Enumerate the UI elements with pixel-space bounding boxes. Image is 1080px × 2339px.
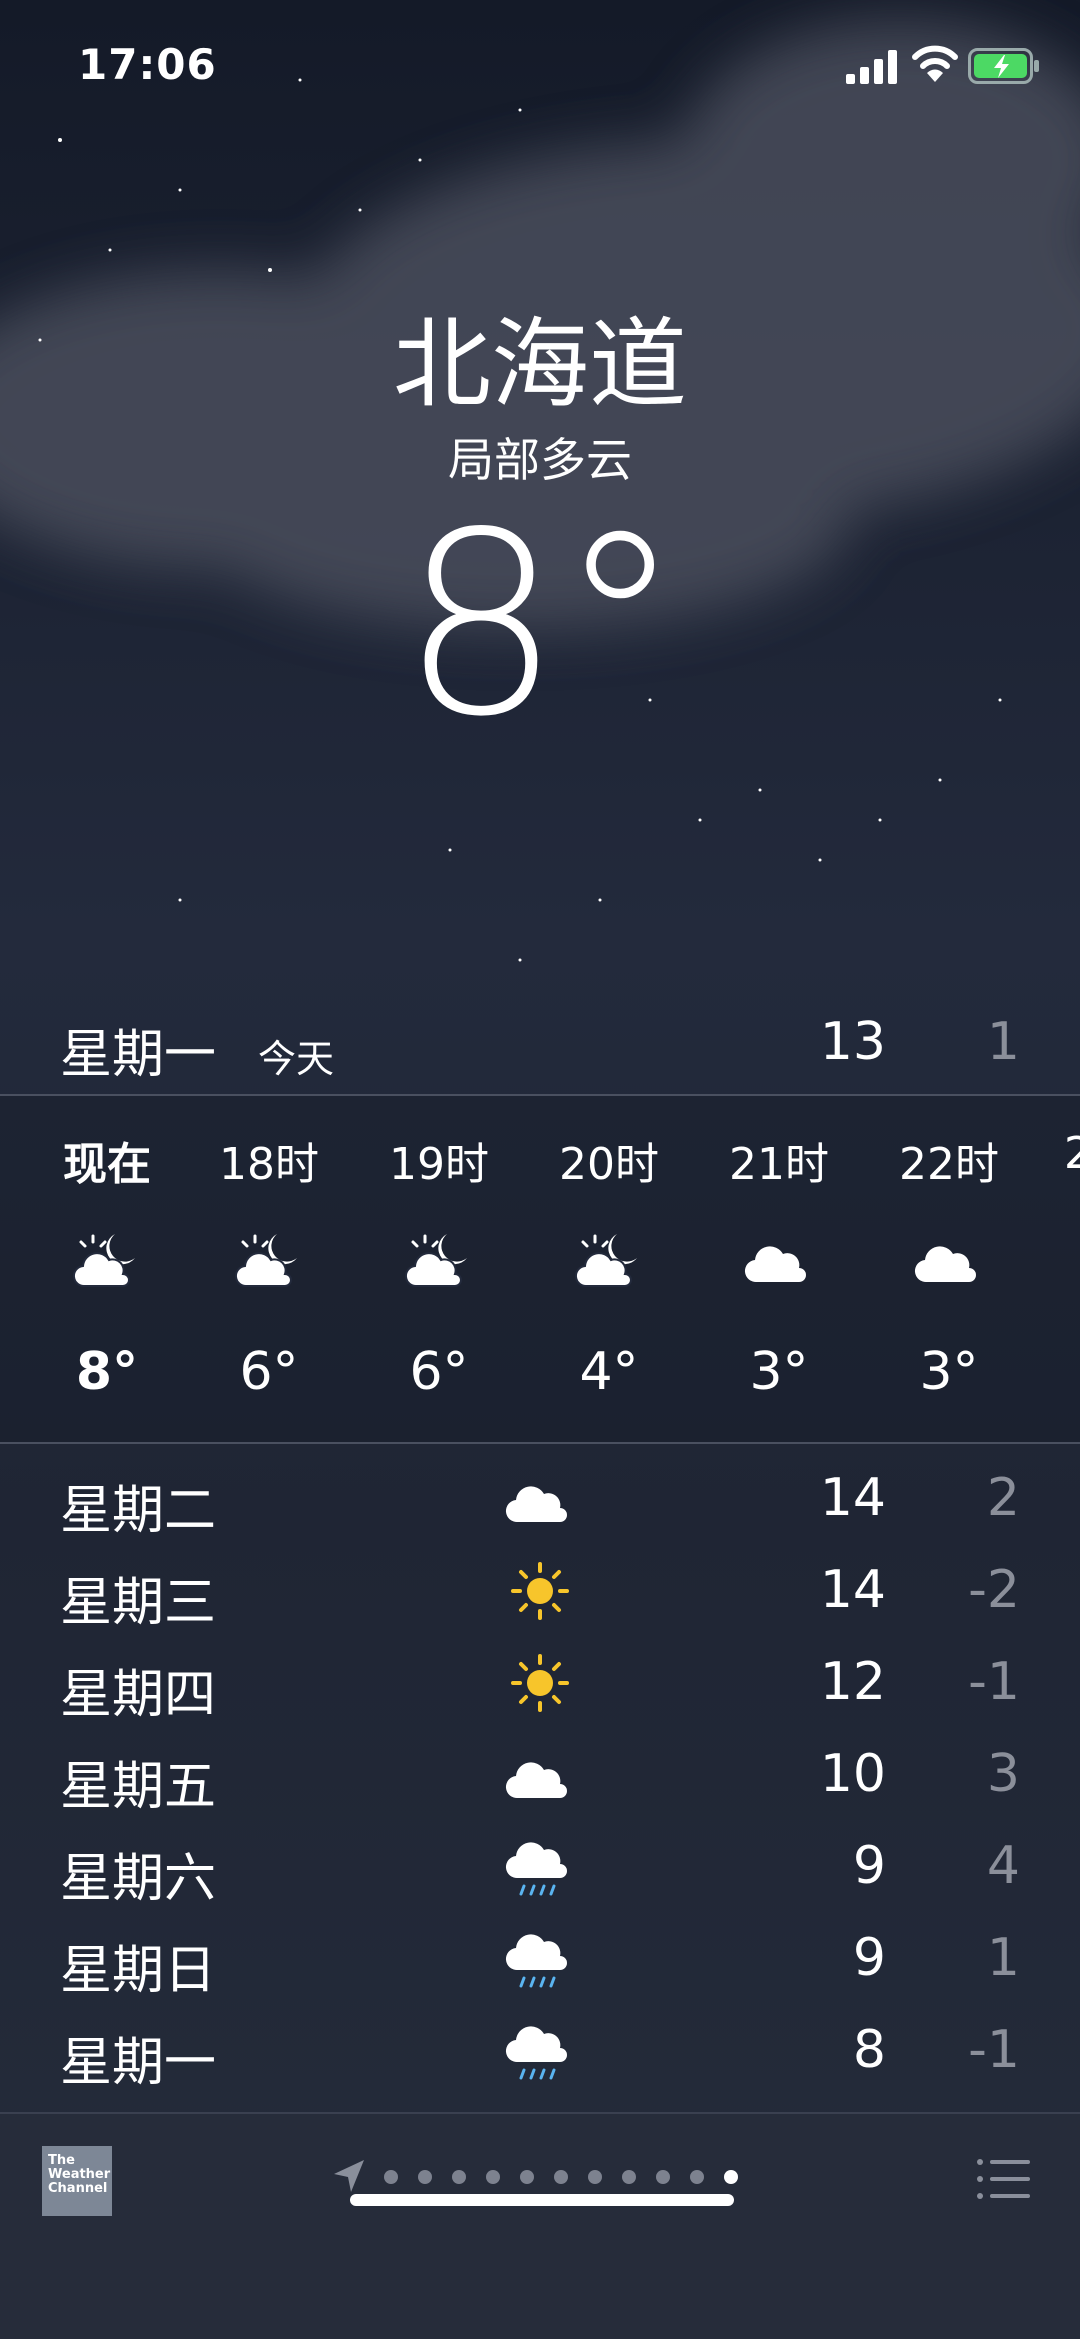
daily-row: 星期四 12 -1 [0, 1638, 1080, 1730]
weather-channel-logo[interactable]: The Weather Channel [42, 2146, 112, 2216]
city-name: 北海道 [392, 308, 687, 422]
day-name: 星期四 [60, 1665, 217, 1725]
hour-item: 21时 3° [694, 1096, 864, 1444]
today-low: 1 [986, 1012, 1020, 1072]
day-low: -2 [968, 1560, 1020, 1620]
hour-item: 22时 3° [864, 1096, 1034, 1444]
hour-temp: 3° [919, 1342, 979, 1402]
rain-icon [505, 1934, 567, 1988]
partly-cloudy-night-icon [235, 1234, 297, 1288]
cloud-icon [914, 1246, 976, 1283]
hour-temp: 4° [579, 1342, 639, 1402]
cloud-icon [505, 1486, 567, 1523]
list-icon[interactable] [976, 2156, 1030, 2202]
rain-icon [505, 1842, 567, 1896]
page-dot[interactable] [588, 2170, 602, 2184]
cellular-signal-icon [846, 50, 897, 84]
day-high: 10 [819, 1744, 886, 1804]
page-dot[interactable] [554, 2170, 568, 2184]
day-low: 2 [986, 1468, 1020, 1528]
day-name: 星期二 [60, 1481, 217, 1541]
hour-label: 20时 [559, 1139, 659, 1190]
current-conditions: 北海道 局部多云 8° [0, 310, 1080, 756]
today-row: 星期一 今天 13 1 [0, 986, 1080, 1096]
day-low: -1 [968, 2020, 1020, 2080]
page-dot[interactable] [520, 2170, 534, 2184]
hour-label: 19时 [389, 1139, 489, 1190]
page-dot[interactable] [452, 2170, 466, 2184]
hour-item: 19时 6° [354, 1096, 524, 1444]
daily-forecast: 星期二 14 2 星期三 14 -2 星期四 12 -1 星期五 10 3 星期… [0, 1444, 1080, 2114]
hour-item: 20时 4° [524, 1096, 694, 1444]
hour-item: 18时 6° [184, 1096, 354, 1444]
cloud-icon [505, 1762, 567, 1799]
hour-item: 现在 8° [22, 1096, 192, 1444]
page-dot-active[interactable] [724, 2170, 738, 2184]
today-day: 星期一 [60, 1025, 217, 1085]
hour-label: 22时 [899, 1139, 999, 1190]
daily-row: 星期三 14 -2 [0, 1546, 1080, 1638]
page-dot[interactable] [486, 2170, 500, 2184]
page-dot[interactable] [418, 2170, 432, 2184]
daily-row: 星期五 10 3 [0, 1730, 1080, 1822]
partly-cloudy-night-icon [73, 1234, 135, 1288]
hour-temp: 6° [409, 1342, 469, 1402]
status-time: 17:06 [78, 40, 217, 89]
hour-label: 现在 [63, 1139, 151, 1190]
page-dot[interactable] [622, 2170, 636, 2184]
cloud-icon [744, 1246, 806, 1283]
day-low: 3 [986, 1744, 1020, 1804]
page-dot[interactable] [656, 2170, 670, 2184]
status-bar: 17:06 [0, 0, 1080, 130]
today-high: 13 [819, 1012, 886, 1072]
hour-label: 2 [1064, 1128, 1080, 1179]
hour-temp: 3° [749, 1342, 809, 1402]
daily-row: 星期一 8 -1 [0, 2006, 1080, 2098]
day-high: 12 [819, 1652, 886, 1712]
sun-icon [511, 1654, 569, 1712]
day-low: -1 [968, 1652, 1020, 1712]
partly-cloudy-night-icon [575, 1234, 637, 1288]
sun-icon [511, 1562, 569, 1620]
day-high: 14 [819, 1468, 886, 1528]
hour-label: 18时 [219, 1139, 319, 1190]
hour-temp: 6° [239, 1342, 299, 1402]
footer-bar: The Weather Channel [0, 2114, 1080, 2339]
day-name: 星期六 [60, 1849, 217, 1909]
day-name: 星期五 [60, 1757, 217, 1817]
wifi-icon [912, 45, 958, 82]
daily-row: 星期六 9 4 [0, 1822, 1080, 1914]
hourly-forecast[interactable]: 现在 8° 18时 6° 19时 6° 20时 4° 21时 3° 22时 3°… [0, 1096, 1080, 1444]
location-arrow-icon[interactable] [332, 2158, 366, 2194]
page-dot[interactable] [384, 2170, 398, 2184]
day-low: 1 [986, 1928, 1020, 1988]
today-tag: 今天 [258, 1037, 335, 1081]
day-high: 9 [852, 1928, 886, 1988]
day-low: 4 [986, 1836, 1020, 1896]
partly-cloudy-night-icon [405, 1234, 467, 1288]
hour-label: 21时 [729, 1139, 829, 1190]
day-high: 14 [819, 1560, 886, 1620]
page-dot[interactable] [690, 2170, 704, 2184]
rain-icon [505, 2026, 567, 2080]
battery-charging-icon [968, 48, 1039, 84]
day-name: 星期日 [60, 1941, 217, 2001]
day-high: 8 [852, 2020, 886, 2080]
hour-item: 2 [1034, 1096, 1080, 1444]
home-indicator[interactable] [350, 2194, 734, 2206]
current-temperature: 8° [400, 479, 683, 772]
day-name: 星期一 [60, 2033, 217, 2093]
daily-row: 星期二 14 2 [0, 1454, 1080, 1546]
hour-temp: 8° [75, 1342, 139, 1402]
day-name: 星期三 [60, 1573, 217, 1633]
daily-row: 星期日 9 1 [0, 1914, 1080, 2006]
day-high: 9 [852, 1836, 886, 1896]
